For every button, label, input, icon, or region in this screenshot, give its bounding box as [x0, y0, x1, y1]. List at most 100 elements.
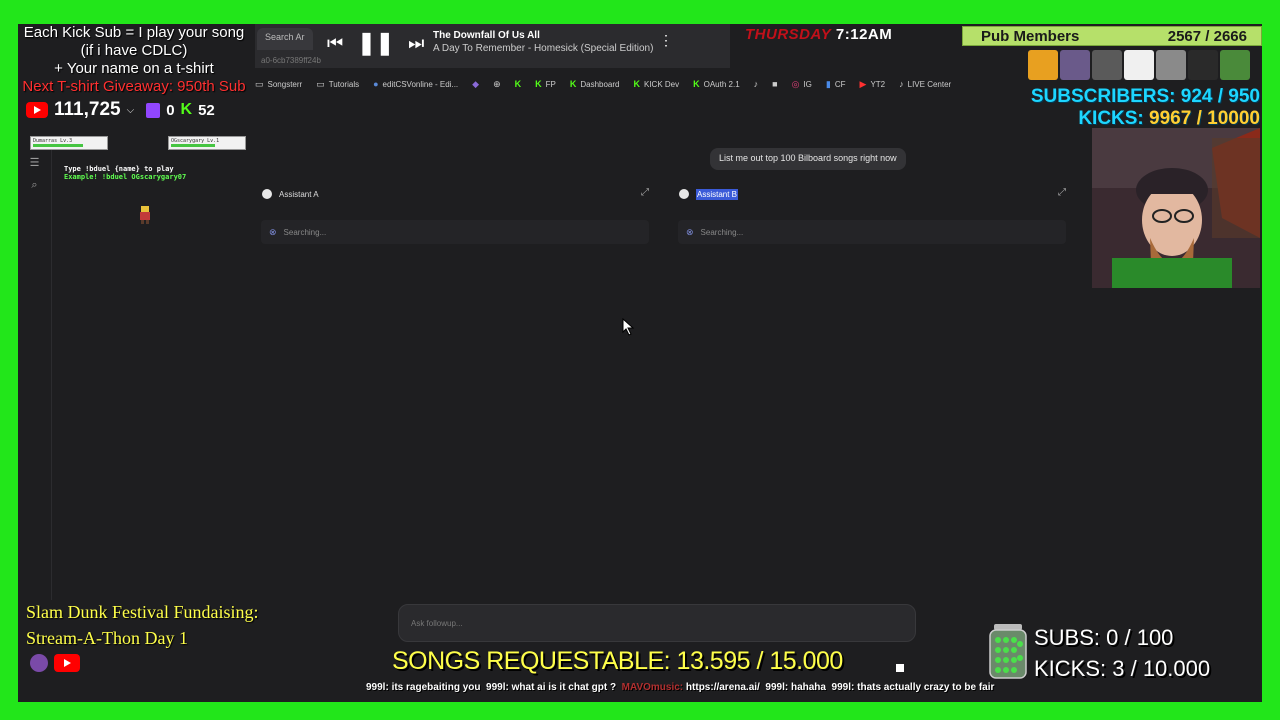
twitch-count: 0 [166, 101, 175, 119]
instagram-icon: ◎ [791, 78, 800, 89]
bookmark-kick[interactable]: K [515, 79, 522, 89]
loading-icon: ⊗ [686, 226, 694, 237]
tiktok-icon: ♪ [899, 79, 904, 89]
tip-jar-icon [988, 624, 1028, 680]
assistant-a-label: Assistant A [279, 189, 319, 199]
social-icons [30, 654, 80, 672]
tshirt-icon [1220, 50, 1250, 80]
pinterest-icon: ■ [772, 79, 778, 89]
duel-sprite-icon [138, 206, 152, 224]
follower-stats: 111,725 ⌵ 0 K 52 [26, 98, 215, 122]
bookmark-globe[interactable]: ⊕ [493, 79, 501, 90]
assistant-b-label: Assistant B [696, 188, 739, 200]
chat-ticker: 999l: its ragebaiting you 999l: what ai … [366, 682, 995, 693]
bookmark-tutorials[interactable]: ▭ Tutorials [316, 79, 359, 90]
kick-count: 52 [198, 101, 215, 119]
expand-icon[interactable]: ⤢ [1058, 187, 1066, 198]
globe-icon: ⊕ [493, 78, 501, 89]
folder-icon: ▭ [255, 78, 264, 89]
search-icon[interactable]: ⌕ [18, 179, 51, 192]
fundraise-text: Slam Dunk Festival Fundaising: Stream-A-… [26, 602, 259, 648]
tshirt-icon [1028, 50, 1058, 80]
webcam-feed [1092, 128, 1260, 288]
bookmark-fp[interactable]: K FP [535, 79, 556, 89]
greenscreen-top [0, 0, 1280, 24]
bookmark-tiktok[interactable]: ♪ [754, 79, 759, 89]
sub-kick-goals: SUBSCRIBERS: 924 / 950 KICKS: 9967 / 100… [1030, 86, 1260, 129]
bookmark-cf[interactable]: ▮ CF [826, 79, 846, 90]
assistant-b-avatar [679, 189, 689, 199]
tshirt-icon [1188, 50, 1218, 80]
sub-promo-text: Each Kick Sub = I play your song (if i h… [22, 24, 246, 95]
health-bar [33, 144, 83, 147]
bookmark-dashboard[interactable]: K Dashboard [570, 79, 620, 89]
bookmark-live-center[interactable]: ♪ LIVE Center [899, 79, 951, 89]
duel-instructions: Type !bduel {name} to play Example! !bdu… [64, 165, 187, 181]
bookmark-songsterr[interactable]: ▭ Songsterr [255, 79, 302, 90]
youtube-count: 111,725 [54, 99, 121, 120]
cf-icon: ▮ [825, 78, 831, 89]
greenscreen-bottom [0, 702, 1280, 720]
browser-tab[interactable]: Search Ar [257, 28, 313, 50]
duel-player-b: OGscarygary Lv.1 [168, 136, 246, 150]
expand-icon[interactable]: ⤢ [641, 187, 649, 198]
day-time-banner: THURSDAY 7:12AM [745, 26, 893, 43]
goal-counters: SUBS: 0 / 100 KICKS: 3 / 10.000 [1034, 625, 1211, 681]
bookmark-yt2[interactable]: ▶ YT2 [860, 79, 886, 90]
songs-requestable: SONGS REQUESTABLE: 13.595 / 15.000 [392, 647, 843, 675]
bookmark-editcsv[interactable]: ● editCSVonline - Edi... [373, 79, 458, 89]
kick-icon: K [693, 79, 700, 89]
loading-icon: ⊗ [269, 226, 277, 237]
assistant-a-panel: Assistant A ⤢ ⊗ Searching... [253, 184, 657, 250]
stop-icon [896, 664, 904, 672]
searching-status: ⊗ Searching... [261, 220, 649, 244]
tiktok-icon: ♪ [753, 79, 759, 89]
youtube-icon [54, 654, 80, 672]
kick-icon: K [535, 79, 542, 89]
greenscreen-right [1262, 0, 1280, 720]
song-title: The Downfall Of Us All [433, 30, 540, 41]
kick-icon: K [514, 79, 522, 89]
followup-input[interactable]: Ask followup... [398, 604, 916, 642]
bookmark-kick-dev[interactable]: K KICK Dev [634, 79, 680, 89]
avatar [30, 654, 48, 672]
tshirt-icon [1060, 50, 1090, 80]
previous-track-icon[interactable]: ⏮ [327, 33, 343, 54]
health-bar [171, 144, 215, 147]
tshirt-icon [1092, 50, 1122, 80]
now-playing: The Downfall Of Us All A Day To Remember… [433, 30, 653, 54]
kick-icon: K [633, 79, 641, 89]
browser-tab-bar: Search Ar a0-6cb7389ff24b ⏮ ❚❚ ⏭ The Dow… [255, 24, 730, 68]
shield-icon: ◆ [472, 78, 480, 89]
chevron-down-icon: ⌵ [126, 104, 135, 116]
bookmark-pinterest[interactable]: ■ [772, 79, 777, 89]
kick-icon: K [180, 101, 193, 118]
pause-icon[interactable]: ❚❚ [357, 30, 394, 56]
bookmarks-bar: ▭ Songsterr ▭ Tutorials ● editCSVonline - E… [255, 74, 1030, 94]
tshirt-icon [1124, 50, 1154, 80]
next-track-icon[interactable]: ⏭ [408, 33, 424, 54]
duel-player-a: Dumarras Lv.3 [30, 136, 108, 150]
tshirt-icon [1156, 50, 1186, 80]
menu-icon[interactable]: ☰ [18, 156, 51, 169]
bookmark-shield[interactable]: ◆ [472, 79, 479, 90]
youtube-icon [26, 102, 48, 118]
bookmark-ig[interactable]: ◎ IG [792, 79, 812, 90]
greenscreen-left [0, 0, 18, 720]
assistant-b-panel: Assistant B ⤢ ⊗ Searching... [670, 184, 1074, 250]
app-sidebar: ☰ ⌕ [18, 150, 52, 600]
searching-status: ⊗ Searching... [678, 220, 1066, 244]
user-prompt-bubble: List me out top 100 Bilboard songs right… [710, 148, 906, 170]
csv-icon: ● [373, 79, 379, 89]
media-controls: ⏮ ❚❚ ⏭ [327, 30, 424, 56]
tshirt-row [1028, 50, 1250, 80]
url-fragment: a0-6cb7389ff24b [261, 56, 321, 65]
song-artist: A Day To Remember - Homesick (Special Ed… [433, 43, 654, 54]
bookmark-oauth[interactable]: K OAuth 2.1 [693, 79, 740, 89]
mouse-cursor-icon [622, 317, 636, 339]
more-options-icon[interactable]: ⋮ [659, 32, 673, 49]
youtube-icon: ▶ [859, 78, 867, 89]
kick-icon: K [569, 79, 577, 89]
folder-icon: ▭ [316, 78, 325, 89]
pub-members-bar: Pub Members 2567 / 2666 [962, 26, 1262, 46]
